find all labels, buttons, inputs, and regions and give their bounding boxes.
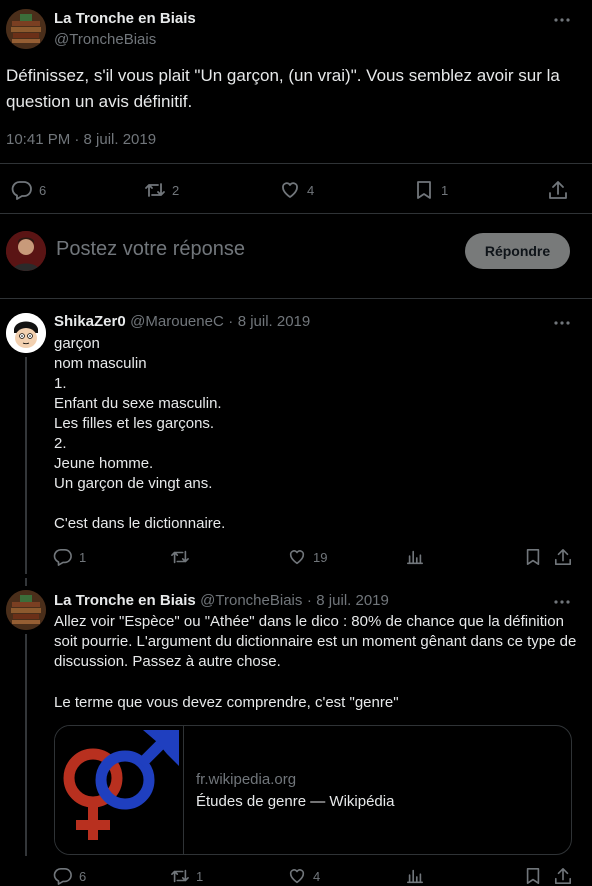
reply-button-submit[interactable]: Répondre — [465, 233, 570, 269]
tweet-actions: 6 1 4 — [0, 866, 592, 886]
share-icon — [554, 548, 572, 566]
retweet-icon — [171, 550, 189, 564]
reply-text: garçon nom masculin 1. Enfant du sexe ma… — [54, 334, 225, 534]
like-count: 4 — [313, 868, 321, 884]
reply-button[interactable]: 6 — [11, 180, 46, 200]
reply-date[interactable]: 8 juil. 2019 — [238, 313, 311, 330]
like-count: 4 — [307, 182, 315, 198]
retweet-count: 1 — [196, 868, 204, 884]
share-button[interactable] — [547, 180, 569, 200]
retweet-icon — [171, 869, 189, 883]
heart-icon — [289, 869, 305, 884]
thread-line — [25, 578, 27, 586]
like-count: 19 — [313, 549, 328, 565]
tweet-timestamp[interactable]: 10:41 PM · 8 juil. 2019 — [6, 131, 156, 148]
author-name[interactable]: La Tronche en Biais — [54, 592, 196, 609]
bookmark-icon — [526, 548, 540, 566]
views-button[interactable] — [405, 547, 425, 567]
bookmark-count: 1 — [441, 182, 449, 198]
share-button[interactable] — [553, 866, 573, 886]
reply-text: Allez voir "Espèce" ou "Athée" dans le d… — [54, 613, 577, 670]
author-handle[interactable]: @TroncheBiais — [54, 31, 156, 48]
books-avatar-icon — [6, 590, 46, 630]
retweet-button[interactable]: 1 — [170, 866, 203, 886]
text-line: 2. — [54, 435, 67, 452]
reply-text: Le terme que vous devez comprendre, c'es… — [54, 694, 399, 711]
text-line: C'est dans le dictionnaire. — [54, 515, 226, 532]
card-domain: fr.wikipedia.org — [196, 771, 297, 788]
reply-date[interactable]: 8 juil. 2019 — [316, 592, 389, 609]
gender-symbols-icon — [63, 730, 179, 840]
reply-icon — [53, 548, 72, 566]
text-line: Enfant du sexe masculin. — [54, 395, 222, 412]
avatar[interactable] — [6, 313, 46, 353]
share-icon — [554, 867, 572, 885]
bookmark-icon — [526, 867, 540, 885]
avatar[interactable] — [6, 590, 46, 630]
thread-line — [25, 634, 27, 856]
more-options-icon[interactable] — [552, 313, 572, 333]
bookmark-button[interactable] — [523, 547, 543, 567]
bookmark-icon — [417, 181, 431, 199]
like-button[interactable]: 4 — [279, 180, 314, 200]
bookmark-button[interactable] — [523, 866, 543, 886]
reply-count: 6 — [39, 182, 47, 198]
separator-dot: · — [228, 313, 234, 330]
divider — [0, 163, 592, 164]
text-line: Jeune homme. — [54, 455, 154, 472]
retweet-count: 2 — [172, 182, 180, 198]
analytics-icon — [406, 869, 424, 884]
reply-icon — [11, 181, 32, 200]
author-name[interactable]: La Tronche en Biais — [54, 10, 196, 27]
retweet-button[interactable] — [170, 547, 190, 567]
cartoon-avatar-icon — [6, 313, 46, 353]
reply-input[interactable]: Postez votre réponse — [56, 238, 245, 261]
views-button[interactable] — [405, 866, 425, 886]
text-line — [54, 494, 225, 514]
reply-header: ShikaZer0 @MaroueneC · 8 juil. 2019 — [54, 313, 310, 331]
my-avatar[interactable] — [6, 231, 46, 271]
heart-icon — [289, 550, 305, 565]
user-avatar-icon — [6, 231, 46, 271]
bookmark-button[interactable]: 1 — [413, 180, 448, 200]
more-options-icon[interactable] — [552, 10, 572, 30]
text-line: garçon — [54, 335, 100, 352]
divider — [0, 298, 592, 299]
retweet-icon — [145, 183, 165, 197]
like-button[interactable]: 4 — [287, 866, 320, 886]
books-avatar-icon — [6, 9, 46, 49]
avatar[interactable] — [6, 9, 46, 49]
text-line: nom masculin — [54, 355, 147, 372]
reply-button[interactable]: 1 — [53, 547, 86, 567]
author-handle[interactable]: @MaroueneC — [130, 313, 224, 330]
share-icon — [549, 181, 567, 199]
link-card[interactable]: fr.wikipedia.org Études de genre — Wikip… — [54, 725, 572, 855]
tweet-actions: 1 19 — [0, 547, 592, 567]
divider — [0, 213, 592, 214]
thread-line — [25, 357, 27, 574]
heart-icon — [282, 182, 298, 198]
reply-count: 1 — [79, 549, 87, 565]
share-button[interactable] — [553, 547, 573, 567]
text-line: Un garçon de vingt ans. — [54, 475, 213, 492]
retweet-button[interactable]: 2 — [144, 180, 179, 200]
like-button[interactable]: 19 — [287, 547, 327, 567]
author-handle[interactable]: @TroncheBiais — [200, 592, 302, 609]
card-image — [55, 726, 184, 854]
tweet-text: Définissez, s'il vous plait "Un garçon, … — [6, 66, 560, 111]
text-line: Les filles et les garçons. — [54, 415, 215, 432]
separator-dot: · — [306, 592, 312, 609]
reply-count: 6 — [79, 868, 87, 884]
tweet-actions: 6 2 4 1 — [0, 180, 592, 200]
reply-icon — [53, 867, 72, 885]
more-options-icon[interactable] — [552, 592, 572, 612]
author-name[interactable]: ShikaZer0 — [54, 313, 126, 330]
card-title: Études de genre — Wikipédia — [196, 793, 395, 810]
text-line: 1. — [54, 375, 67, 392]
reply-button[interactable]: 6 — [53, 866, 86, 886]
analytics-icon — [406, 550, 424, 565]
reply-header: La Tronche en Biais @TroncheBiais · 8 ju… — [54, 592, 389, 610]
